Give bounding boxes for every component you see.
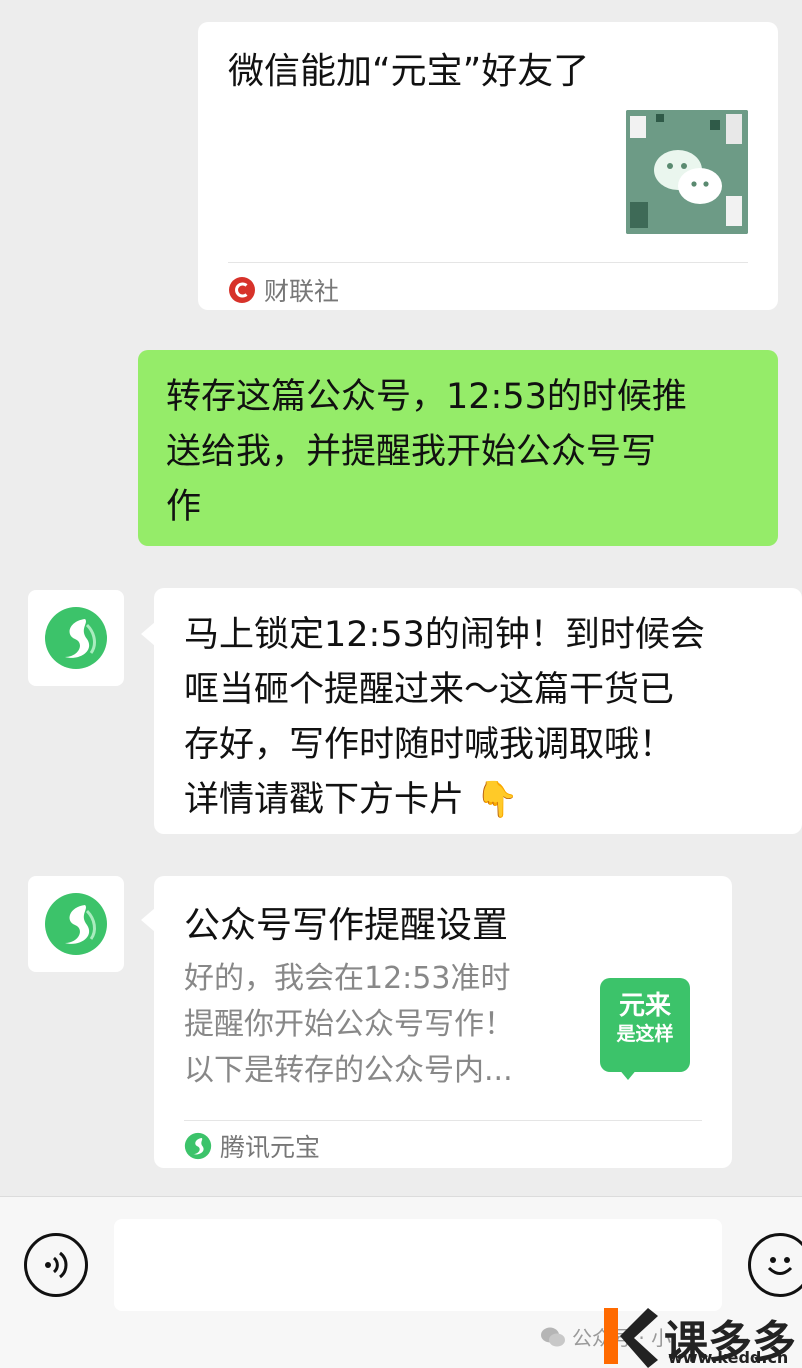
thumb-speech-tail <box>618 1068 638 1080</box>
article-card[interactable]: 微信能加“元宝”好友了 财联社 <box>198 22 778 310</box>
reminder-card-description: 好的，我会在12:53准时 提醒你开始公众号写作！ 以下是转存的公众号内... <box>184 956 584 1094</box>
reminder-card-divider <box>184 1120 702 1121</box>
article-card-source-name: 财联社 <box>264 277 340 306</box>
article-card-title: 微信能加“元宝”好友了 <box>228 51 590 92</box>
bot-message-bubble[interactable]: 马上锁定12:53的闹钟！到时候会 哐当砸个提醒过来～这篇干货已 存好，写作时随… <box>154 588 802 834</box>
brand-k-logo-icon <box>604 1308 658 1368</box>
brand-logo: 课多多 www.kedd.cn <box>598 1300 802 1368</box>
bot-message-text: 马上锁定12:53的闹钟！到时候会 哐当砸个提醒过来～这篇干货已 存好，写作时随… <box>184 615 705 820</box>
yuanbao-logo-icon <box>45 607 107 669</box>
message-input[interactable] <box>114 1219 722 1311</box>
reminder-card-source-name: 腾讯元宝 <box>220 1133 321 1162</box>
cls-logo-icon <box>229 277 255 303</box>
user-message-text: 转存这篇公众号，12:53的时候推 送给我，并提醒我开始公众号写 作 <box>166 377 687 527</box>
reminder-card-desc-line: 好的，我会在12:53准时 <box>184 961 511 996</box>
thumb-text-line1: 元来 <box>618 991 671 1021</box>
wechat-small-icon <box>541 1327 565 1346</box>
wechat-logo-icon <box>626 110 748 234</box>
thumb-text-line2: 是这样 <box>616 1023 674 1045</box>
article-card-divider <box>228 262 748 263</box>
bot-avatar[interactable] <box>28 876 124 972</box>
reminder-card[interactable]: 公众号写作提醒设置 好的，我会在12:53准时 提醒你开始公众号写作！ 以下是转… <box>154 876 732 1168</box>
voice-button[interactable] <box>24 1233 88 1297</box>
brand-url: www.kedd.cn <box>668 1348 789 1367</box>
reminder-card-desc-line: 以下是转存的公众号内... <box>184 1053 513 1088</box>
reminder-card-title: 公众号写作提醒设置 <box>184 905 509 946</box>
bot-avatar[interactable] <box>28 590 124 686</box>
yuanbao-logo-icon <box>45 893 107 955</box>
article-thumbnail <box>626 110 748 234</box>
reminder-card-thumbnail: 元来 是这样 <box>600 978 690 1080</box>
voice-icon <box>45 1251 68 1279</box>
yuanbao-small-icon <box>184 1132 212 1160</box>
bot-card-tail <box>141 908 155 932</box>
emoji-button[interactable] <box>748 1233 802 1297</box>
reminder-card-source: 腾讯元宝 <box>184 1128 320 1164</box>
article-card-source: 财联社 <box>228 272 339 308</box>
reminder-card-desc-line: 提醒你开始公众号写作！ <box>184 1007 514 1042</box>
bot-bubble-tail <box>141 622 155 646</box>
user-message-bubble[interactable]: 转存这篇公众号，12:53的时候推 送给我，并提醒我开始公众号写 作 <box>138 350 778 546</box>
emoji-icon <box>767 1257 793 1275</box>
